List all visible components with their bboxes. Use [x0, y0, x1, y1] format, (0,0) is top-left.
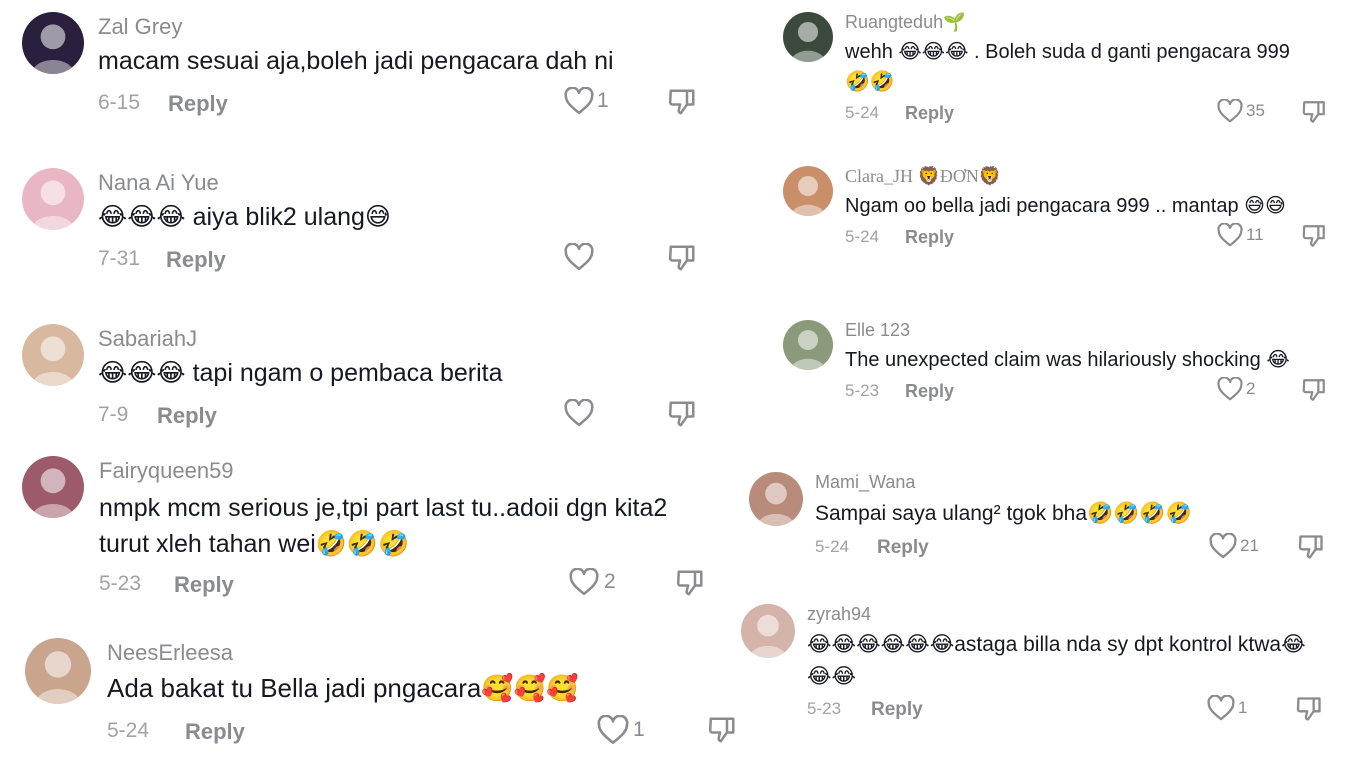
heart-icon	[569, 568, 599, 596]
comment-text: 😂😂😂😂😂😂astaga billa nda sy dpt kontrol kt…	[807, 633, 1306, 688]
comment-text: nmpk mcm serious je,tpi part last tu..ad…	[99, 494, 668, 558]
reply-button[interactable]: Reply	[905, 103, 954, 124]
avatar[interactable]	[783, 166, 833, 216]
dislike-button[interactable]	[1297, 533, 1325, 566]
avatar[interactable]	[749, 472, 803, 526]
comment-username[interactable]: Mami_Wana	[815, 472, 1335, 493]
comment-username[interactable]: NeesErleesa	[107, 640, 747, 666]
dislike-button[interactable]	[675, 568, 705, 603]
like-count: 2	[1246, 379, 1256, 398]
thumbs-down-icon	[1297, 535, 1325, 565]
dislike-button[interactable]	[1295, 695, 1323, 728]
comment-text: wehh 😂😂😂 . Boleh suda d ganti pengacara …	[845, 41, 1290, 93]
comment-username[interactable]: Fairyqueen59	[99, 458, 699, 484]
heart-icon	[1217, 223, 1243, 247]
comment-date: 5-23	[845, 381, 880, 400]
avatar[interactable]	[22, 324, 84, 386]
avatar[interactable]	[25, 638, 91, 704]
reply-button[interactable]: Reply	[166, 247, 226, 273]
dislike-button[interactable]	[667, 87, 697, 122]
like-count: 11	[1246, 225, 1264, 244]
comment-username[interactable]: Clara_JH 🦁ĐƠN🦁	[845, 166, 1325, 187]
thumbs-down-icon	[667, 89, 697, 121]
comment-date: 5-24	[845, 227, 880, 246]
heart-icon	[564, 243, 594, 271]
like-count: 1	[597, 89, 609, 113]
heart-icon	[1217, 377, 1243, 401]
thumbs-down-icon	[1301, 379, 1327, 407]
comment-username[interactable]: SabariahJ	[98, 326, 698, 352]
comment-text: 😂😂😂 aiya blik2 ulang😅	[98, 203, 391, 231]
heart-icon	[597, 714, 629, 745]
like-count: 2	[604, 570, 616, 593]
reply-button[interactable]: Reply	[905, 381, 954, 402]
comment-date: 6-15	[98, 91, 141, 115]
like-button[interactable]: 35	[1217, 99, 1265, 123]
comment-username[interactable]: Ruangteduh🌱	[845, 12, 1325, 33]
like-button[interactable]	[564, 399, 597, 427]
reply-button[interactable]: Reply	[905, 227, 954, 248]
comment-username[interactable]: zyrah94	[807, 604, 1347, 625]
reply-button[interactable]: Reply	[174, 572, 234, 598]
dislike-button[interactable]	[1301, 377, 1327, 408]
comment-text: Ngam oo bella jadi pengacara 999 .. mant…	[845, 195, 1286, 217]
comment-date: 5-24	[107, 718, 150, 742]
thumbs-down-icon	[1295, 697, 1323, 727]
like-button[interactable]: 1	[597, 714, 645, 745]
heart-icon	[564, 87, 594, 115]
dislike-button[interactable]	[1301, 99, 1327, 130]
thumbs-down-icon	[1301, 225, 1327, 253]
thumbs-down-icon	[1301, 101, 1327, 129]
comment-date: 7-9	[98, 403, 129, 427]
comment-date: 5-24	[845, 103, 880, 122]
comment-text: macam sesuai aja,boleh jadi pengacara da…	[98, 47, 614, 75]
like-button[interactable]: 1	[1207, 695, 1247, 721]
reply-button[interactable]: Reply	[185, 719, 245, 745]
like-button[interactable]: 11	[1217, 223, 1264, 247]
heart-icon	[1217, 99, 1243, 123]
comment-username[interactable]: Elle 123	[845, 320, 1325, 341]
like-count: 35	[1246, 101, 1265, 120]
thumbs-down-icon	[675, 570, 705, 602]
reply-button[interactable]: Reply	[871, 699, 923, 721]
comment-date: 5-24	[815, 537, 850, 557]
heart-icon	[564, 399, 594, 427]
thumbs-down-icon	[667, 245, 697, 277]
like-button[interactable]: 1	[564, 87, 609, 115]
like-count: 1	[633, 717, 645, 741]
like-button[interactable]: 2	[569, 568, 616, 596]
reply-button[interactable]: Reply	[877, 537, 929, 559]
like-button[interactable]: 2	[1217, 377, 1255, 401]
avatar[interactable]	[741, 604, 795, 658]
heart-icon	[1209, 533, 1237, 559]
comment-date: 7-31	[98, 247, 141, 271]
avatar[interactable]	[783, 12, 833, 62]
reply-button[interactable]: Reply	[168, 91, 228, 117]
comment-text: 😂😂😂 tapi ngam o pembaca berita	[98, 359, 503, 387]
avatar[interactable]	[783, 320, 833, 370]
dislike-button[interactable]	[667, 399, 697, 434]
avatar[interactable]	[22, 168, 84, 230]
thumbs-down-icon	[707, 717, 737, 749]
like-button[interactable]	[564, 243, 597, 271]
comment-text: Sampai saya ulang² tgok bha🤣🤣🤣🤣	[815, 502, 1192, 525]
comment-username[interactable]: Zal Grey	[98, 14, 698, 40]
thumbs-down-icon	[667, 401, 697, 433]
reply-button[interactable]: Reply	[157, 403, 217, 429]
comment-date: 5-23	[807, 699, 842, 718]
heart-icon	[1207, 695, 1235, 721]
like-count: 1	[1238, 698, 1248, 717]
dislike-button[interactable]	[1301, 223, 1327, 254]
avatar[interactable]	[22, 12, 84, 74]
dislike-button[interactable]	[707, 715, 737, 750]
like-count: 21	[1240, 536, 1259, 556]
avatar[interactable]	[22, 456, 84, 518]
comment-text: Ada bakat tu Bella jadi pngacara🥰🥰🥰	[107, 673, 579, 703]
dislike-button[interactable]	[667, 243, 697, 278]
comment-text: The unexpected claim was hilariously sho…	[845, 349, 1290, 371]
comment-date: 5-23	[99, 572, 142, 595]
like-button[interactable]: 21	[1209, 533, 1259, 559]
comment-username[interactable]: Nana Ai Yue	[98, 170, 698, 196]
